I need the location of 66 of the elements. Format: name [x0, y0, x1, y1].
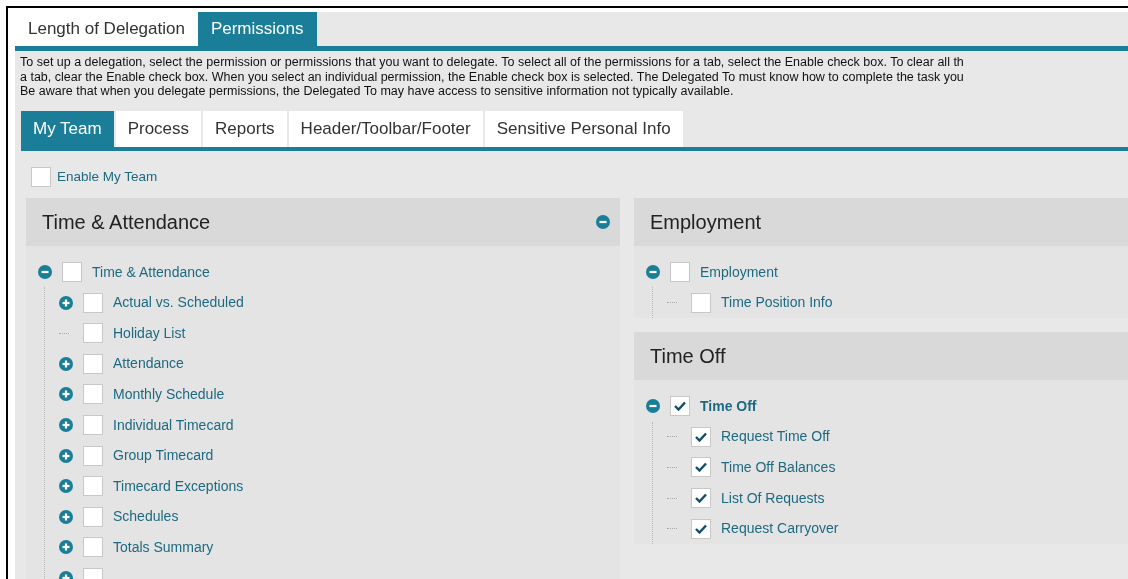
expand-icon[interactable] — [59, 479, 73, 494]
permission-label: Holiday List — [113, 323, 186, 343]
expand-icon[interactable] — [59, 418, 73, 432]
checkbox[interactable] — [691, 488, 711, 508]
checkbox[interactable] — [83, 353, 103, 374]
checkbox[interactable] — [31, 166, 51, 187]
checkbox[interactable] — [83, 415, 103, 435]
permission-label: List Of Requests — [721, 488, 825, 508]
checkbox[interactable] — [83, 476, 103, 497]
permission-label: Totals Summary — [113, 537, 214, 557]
checkbox[interactable] — [691, 518, 711, 539]
instructions-text: To set up a delegation, select the permission or permissions that you want to delegate. To select all of the permissions for a tab, select the Enable check box. To clear all th — [20, 55, 965, 70]
expand-icon[interactable] — [59, 387, 73, 402]
checkbox[interactable] — [83, 384, 103, 405]
enable-label: Enable My Team — [57, 167, 158, 186]
checkbox[interactable] — [691, 426, 711, 447]
permission-label: Request Carryover — [721, 519, 839, 539]
checkbox[interactable] — [691, 292, 711, 313]
section-title: Time Off — [650, 343, 726, 369]
checkbox[interactable] — [83, 537, 103, 558]
tab[interactable]: My Team — [21, 110, 114, 147]
checkbox[interactable] — [691, 457, 711, 478]
expand-icon[interactable] — [59, 448, 73, 463]
permission-label: Attendance — [113, 354, 184, 374]
collapse-icon[interactable] — [646, 399, 660, 414]
tab[interactable]: Header/Toolbar/Footer — [288, 110, 483, 147]
permission-label: Time Off — [700, 396, 757, 416]
permission-label: Time Off Balances — [721, 457, 836, 477]
section-title: Employment — [650, 209, 762, 235]
collapse-icon[interactable] — [38, 265, 52, 280]
expand-icon[interactable] — [59, 295, 73, 310]
permission-label: Schedules — [113, 507, 179, 527]
checkbox[interactable] — [83, 506, 103, 527]
section-title: Time & Attendance — [42, 209, 211, 235]
collapse-icon[interactable] — [596, 214, 610, 229]
permission-label: Employment — [700, 262, 778, 282]
collapse-icon[interactable] — [646, 265, 660, 280]
checkmark-icon — [695, 431, 707, 442]
checkbox[interactable] — [83, 323, 103, 344]
tab[interactable]: Permissions — [197, 12, 317, 46]
permission-label: Individual Timecard — [113, 415, 234, 435]
tab[interactable]: Process — [115, 110, 202, 147]
expand-icon[interactable] — [59, 356, 73, 371]
checkbox[interactable] — [62, 262, 82, 283]
permission-label: Group Timecard — [113, 446, 214, 466]
permission-label: Request Time Off — [721, 427, 830, 447]
tab[interactable]: Sensitive Personal Info — [484, 110, 683, 147]
checkbox[interactable] — [670, 396, 690, 417]
checkmark-icon — [695, 493, 707, 503]
instructions-text: Be aware that when you delegate permissions, the Delegated To may have access to sensitive information not typically available. — [20, 84, 735, 99]
permission-label: Actual vs. Scheduled — [113, 293, 244, 313]
expand-icon[interactable] — [59, 540, 73, 555]
tab[interactable]: Length of Delegation — [15, 12, 198, 46]
checkbox[interactable] — [670, 262, 690, 283]
permission-label: Timecard Exceptions — [113, 476, 244, 496]
checkmark-icon — [695, 462, 707, 473]
checkmark-icon — [674, 401, 686, 412]
permission-label: Time & Attendance — [92, 262, 210, 282]
permission-label: Monthly Schedule — [113, 384, 225, 404]
checkbox[interactable] — [83, 292, 103, 313]
checkbox[interactable] — [83, 445, 103, 466]
expand-icon[interactable] — [59, 509, 73, 524]
checkmark-icon — [695, 523, 707, 534]
tab[interactable]: Reports — [203, 110, 287, 147]
instructions-text: a tab, clear the Enable check box. When you select an individual permission, the Enable check box is selected. The Delegated To must know how to complete the task you — [20, 69, 965, 84]
permission-label: Time Position Info — [721, 293, 833, 313]
